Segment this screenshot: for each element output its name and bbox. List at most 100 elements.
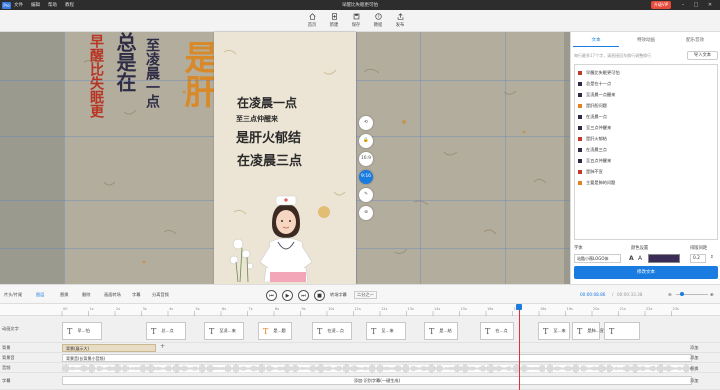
color-swatch bbox=[578, 137, 582, 141]
delete-button[interactable]: 删除 bbox=[82, 292, 90, 298]
text-clip-icon: T bbox=[263, 326, 269, 336]
font-select[interactable]: 站酷小薇LOGO体 bbox=[574, 254, 621, 263]
list-item[interactable]: 在凌晨三点 bbox=[578, 145, 607, 155]
list-item[interactable]: 是肺不宣 bbox=[578, 167, 603, 177]
list-item[interactable]: 在凌晨一点 bbox=[578, 112, 607, 122]
publish-button[interactable]: 发布 bbox=[389, 12, 411, 28]
text-clip-icon: T bbox=[317, 326, 323, 336]
list-item[interactable]: 总是在十一点 bbox=[578, 79, 611, 89]
text-clip[interactable]: T bbox=[604, 322, 640, 340]
color-picker[interactable] bbox=[648, 254, 680, 263]
ruler-label: 13s bbox=[408, 307, 414, 311]
time-ruler[interactable]: 00 1s 2s 3s 4s 5s 6s 7s 8s 9s 10s 11s 12s 13s 14s 15s 16… bbox=[0, 304, 720, 316]
caption-1[interactable]: 在凌晨一点 bbox=[237, 94, 297, 111]
ruler-label: 10s bbox=[328, 307, 334, 311]
list-item[interactable]: 至五点仲醒来 bbox=[578, 156, 611, 166]
text-clip[interactable]: T 在凌...点 bbox=[312, 322, 352, 340]
text-clip[interactable]: T 是...题 bbox=[258, 322, 292, 340]
import-text-button[interactable]: 导入文本 bbox=[687, 51, 718, 60]
add-bg-button[interactable]: 添加 bbox=[690, 345, 698, 351]
font-a-outline-icon[interactable]: A bbox=[638, 255, 642, 262]
text-list[interactable]: 早醒比失眠更可怕 总是在十一点 至凌晨一点醒来 是肝胆问题 在凌晨一点 至三点仲… bbox=[574, 64, 718, 240]
ratio-9-16-button[interactable]: 9:16 bbox=[359, 170, 373, 184]
ruler-label: 15s bbox=[461, 307, 467, 311]
save-button[interactable]: 保存 bbox=[345, 12, 367, 28]
minimize-icon[interactable]: – bbox=[679, 1, 687, 9]
track-label: 背景音 bbox=[2, 355, 15, 360]
color-swatch bbox=[578, 93, 582, 97]
tab-audio[interactable]: 配乐音效 bbox=[672, 35, 718, 47]
lock-button[interactable]: 🔒 bbox=[359, 134, 373, 148]
modify-text-button[interactable]: 修改文本 bbox=[574, 266, 718, 279]
new-file-icon bbox=[331, 13, 337, 20]
text-clip[interactable]: T 至凌...来 bbox=[204, 322, 244, 340]
caption-4[interactable]: 在凌晨三点 bbox=[237, 150, 302, 169]
text-clip[interactable]: T 至...来 bbox=[538, 322, 570, 340]
subtitle-clip[interactable]: 添加·识别字幕(一键生成) bbox=[62, 376, 692, 385]
home-button[interactable]: 首页 bbox=[301, 12, 323, 28]
list-item[interactable]: 早醒比失眠更可怕 bbox=[578, 68, 620, 78]
add-music-button[interactable]: 添加 bbox=[690, 355, 698, 361]
video-frame[interactable]: 在凌晨一点 至三点仲醒来 是肝火郁结 在凌晨三点 bbox=[214, 32, 356, 284]
ratio-select[interactable]: 二分之一 bbox=[354, 291, 377, 299]
help-icon: ? bbox=[374, 13, 382, 20]
prev-frame-icon[interactable]: ⏮ bbox=[266, 290, 277, 301]
export-icon bbox=[397, 13, 403, 20]
next-frame-icon[interactable]: ⏭ bbox=[298, 290, 309, 301]
close-icon[interactable]: ✕ bbox=[706, 1, 714, 9]
caption-2[interactable]: 至三点仲醒来 bbox=[236, 114, 278, 124]
text-clip[interactable]: T 在...点 bbox=[480, 322, 514, 340]
list-item[interactable]: 主要是肺的问题 bbox=[578, 178, 615, 188]
list-item[interactable]: 至凌晨一点醒来 bbox=[578, 90, 615, 100]
playhead[interactable] bbox=[518, 304, 520, 390]
stepper-icon[interactable]: ⇕ bbox=[710, 255, 714, 260]
replace-audio-button[interactable]: 替换 bbox=[690, 366, 698, 372]
publish-label: 发布 bbox=[395, 23, 405, 28]
music-clip[interactable]: 背景音(长背景小音频) bbox=[62, 354, 692, 362]
background-clip[interactable]: 背景(展示大) bbox=[62, 344, 156, 352]
color-swatch bbox=[578, 148, 582, 152]
replace-button[interactable]: 替换 bbox=[60, 292, 68, 298]
stop-icon[interactable]: ■ bbox=[314, 290, 325, 301]
vip-button[interactable]: 升级VIP bbox=[651, 1, 672, 9]
text-clip[interactable]: T 总...点 bbox=[146, 322, 186, 340]
text-clip[interactable]: T 是肺...宣 bbox=[572, 322, 604, 340]
rotate-button[interactable]: ⟲ bbox=[359, 116, 373, 130]
list-item[interactable]: 是肝火郁结 bbox=[578, 134, 607, 144]
preview-canvas[interactable]: 早醒比失眠更 总是在 至凌晨一点 是肝 在凌晨一点 至三点仲醒来 是肝火郁结 在… bbox=[0, 32, 570, 284]
zoom-out-icon[interactable]: ⊖ bbox=[668, 292, 672, 297]
tutorial-button[interactable]: ? 教程 bbox=[367, 12, 389, 28]
layer-button[interactable]: 图层 bbox=[36, 292, 44, 298]
text-clip-icon: T bbox=[371, 326, 377, 336]
ratio-16-9-button[interactable]: 16:9 bbox=[359, 152, 373, 166]
spacing-input[interactable]: 0.2 bbox=[690, 254, 706, 263]
zoom-handle[interactable] bbox=[680, 292, 684, 296]
subtitle-button[interactable]: 字幕 bbox=[132, 292, 140, 298]
text-clip[interactable]: T 至...来 bbox=[366, 322, 406, 340]
zoom-in-icon[interactable]: ⊕ bbox=[710, 292, 714, 297]
text-clip[interactable]: T 早...怕 bbox=[62, 322, 102, 340]
color-swatch bbox=[578, 126, 582, 130]
tab-effects[interactable]: 特效动画 bbox=[623, 35, 669, 47]
text-clip[interactable]: T 是...结 bbox=[424, 322, 458, 340]
playhead-handle[interactable] bbox=[516, 304, 523, 310]
audio-waveform[interactable] bbox=[62, 364, 692, 373]
transition-button[interactable]: 画面转场 bbox=[104, 292, 121, 298]
text-clip-icon: T bbox=[609, 326, 615, 336]
settings-button[interactable]: ⊚ bbox=[359, 206, 373, 220]
list-item[interactable]: 至三点仲醒来 bbox=[578, 123, 611, 133]
caption-3[interactable]: 是肝火郁结 bbox=[236, 127, 301, 146]
add-background-icon[interactable]: + bbox=[160, 343, 165, 350]
tab-text[interactable]: 文本 bbox=[573, 35, 619, 47]
edit-button[interactable]: ✎ bbox=[359, 188, 373, 202]
play-icon[interactable]: ▶ bbox=[282, 290, 293, 301]
maximize-icon[interactable]: □ bbox=[692, 1, 700, 9]
add-subtitle-button[interactable]: 添加 bbox=[690, 378, 698, 384]
new-button[interactable]: 新建 bbox=[323, 12, 345, 28]
font-a-icon[interactable]: A bbox=[629, 255, 634, 262]
list-item[interactable]: 是肝胆问题 bbox=[578, 101, 607, 111]
split-audio-button[interactable]: 分离音频 bbox=[152, 292, 169, 298]
ruler-label: 7s bbox=[249, 307, 253, 311]
intro-outro-button[interactable]: 片头/片尾 bbox=[4, 292, 22, 298]
ruler-label: 16s bbox=[487, 307, 493, 311]
